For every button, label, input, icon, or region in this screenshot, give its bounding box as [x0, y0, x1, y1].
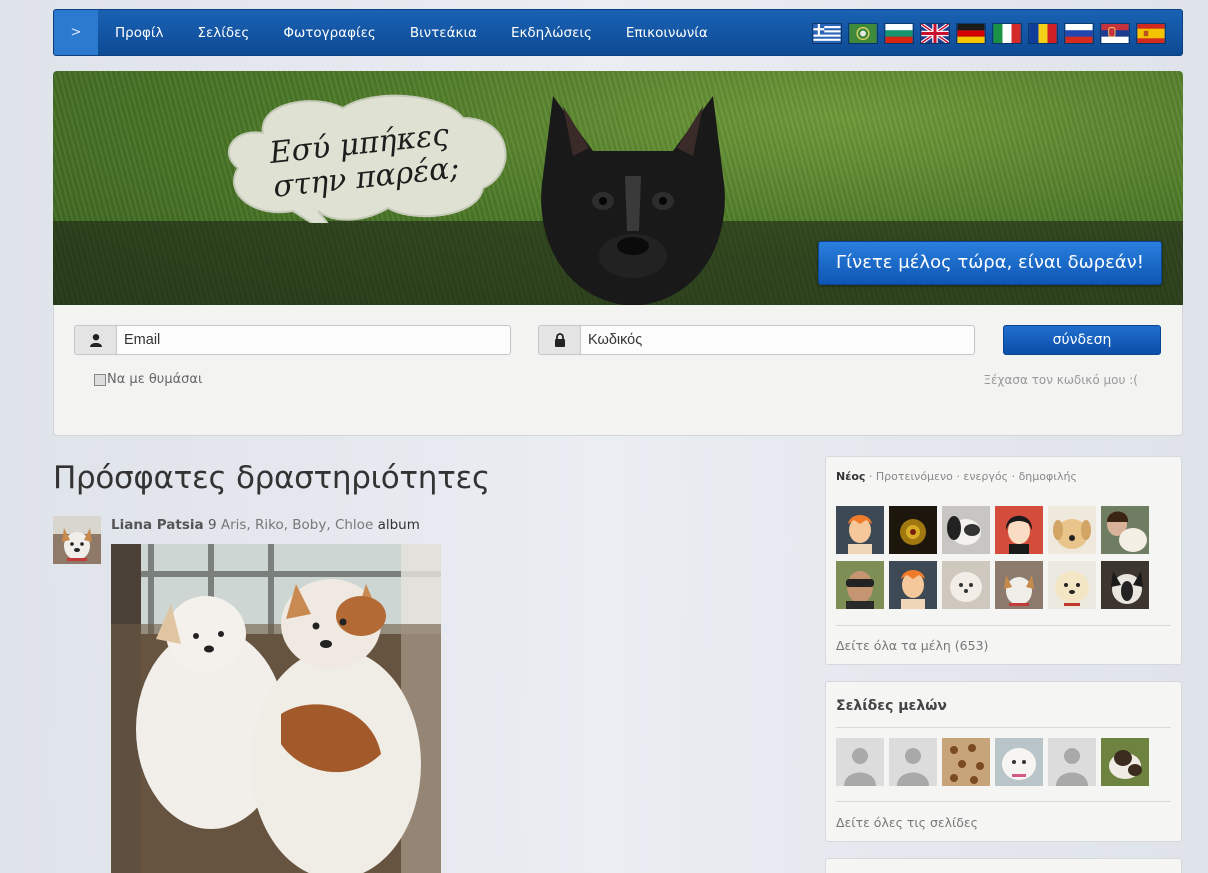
remember-me[interactable]: Να με θυμάσαι [94, 372, 202, 387]
members-divider [836, 625, 1171, 626]
remember-checkbox[interactable] [94, 373, 106, 386]
member-avatar[interactable] [1048, 561, 1096, 609]
bulgarian-flag-icon[interactable] [884, 23, 914, 44]
password-field-group [538, 325, 975, 355]
page-placeholder-icon[interactable] [836, 738, 884, 786]
german-flag-icon[interactable] [956, 23, 986, 44]
activity-line: Liana Patsia 9 Aris, Riko, Boby, Chloe a… [111, 517, 420, 533]
page-placeholder-icon[interactable] [1048, 738, 1096, 786]
user-icon [74, 325, 116, 355]
page-avatar[interactable] [942, 738, 990, 786]
activity-count: 9 [207, 517, 217, 533]
nav-item-videos[interactable]: Βιντεάκια [393, 25, 494, 41]
tab-new[interactable]: Νέος [836, 470, 865, 483]
arabic-flag-icon[interactable] [848, 23, 878, 44]
pages-title-divider [836, 727, 1171, 728]
page-avatar[interactable] [1101, 738, 1149, 786]
member-avatar[interactable] [836, 506, 884, 554]
lock-icon [538, 325, 580, 355]
pages-divider [836, 801, 1171, 802]
italian-flag-icon[interactable] [992, 23, 1022, 44]
forgot-password-link[interactable]: Ξέχασα τον κωδικό μου :( [983, 373, 1138, 387]
member-pages-title: Σελίδες μελών [836, 698, 947, 714]
hero-banner: Εσύ μπήκες στην παρέα; Γίνετε μέλος τώρα… [53, 71, 1183, 305]
member-avatar[interactable] [836, 561, 884, 609]
nav-home-button[interactable]: > [54, 10, 98, 55]
serbian-flag-icon[interactable] [1100, 23, 1130, 44]
member-pages-panel: Σελίδες μελών Δείτε όλες τις σελίδες [825, 681, 1182, 842]
russian-flag-icon[interactable] [1064, 23, 1094, 44]
members-panel: Νέος · Προτεινόμενο · ενεργός · δημοφιλή… [825, 456, 1182, 665]
member-avatar[interactable] [1101, 561, 1149, 609]
spanish-flag-icon[interactable] [1136, 23, 1166, 44]
member-avatar[interactable] [995, 561, 1043, 609]
member-avatar[interactable] [995, 506, 1043, 554]
member-thumbnails [836, 506, 1149, 609]
see-all-members-link[interactable]: Δείτε όλα τα μέλη (653) [836, 638, 988, 653]
top-navigation: > Προφίλ Σελίδες Φωτογραφίες Βιντεάκια Ε… [53, 9, 1183, 56]
member-avatar[interactable] [942, 561, 990, 609]
member-avatar[interactable] [889, 561, 937, 609]
member-filter-tabs: Νέος · Προτεινόμενο · ενεργός · δημοφιλή… [836, 470, 1077, 483]
email-field-group [74, 325, 511, 355]
activity-album-link[interactable]: album [378, 517, 420, 533]
activity-title: Πρόσφατες δραστηριότητες [53, 460, 490, 496]
page-avatar[interactable] [995, 738, 1043, 786]
nav-item-pages[interactable]: Σελίδες [180, 25, 266, 41]
nav-item-photos[interactable]: Φωτογραφίες [266, 25, 392, 41]
password-input[interactable] [580, 325, 975, 355]
french-bulldog-image [541, 96, 725, 305]
activity-user-link[interactable]: Liana Patsia [111, 517, 204, 533]
see-all-pages-link[interactable]: Δείτε όλες τις σελίδες [836, 815, 978, 830]
page-thumbnails [836, 738, 1149, 786]
page-placeholder-icon[interactable] [889, 738, 937, 786]
sidebar-panel-partial [825, 858, 1182, 873]
member-avatar[interactable] [889, 506, 937, 554]
nav-item-profile[interactable]: Προφίλ [98, 25, 180, 41]
user-avatar[interactable] [53, 516, 101, 564]
member-avatar[interactable] [942, 506, 990, 554]
join-now-button[interactable]: Γίνετε μέλος τώρα, είναι δωρεάν! [818, 241, 1162, 285]
greek-flag-icon[interactable] [812, 23, 842, 44]
tab-others[interactable]: · Προτεινόμενο · ενεργός · δημοφιλής [865, 470, 1077, 483]
language-flags [812, 23, 1166, 44]
nav-item-events[interactable]: Εκδηλώσεις [494, 25, 609, 41]
uk-flag-icon[interactable] [920, 23, 950, 44]
member-avatar[interactable] [1048, 506, 1096, 554]
romanian-flag-icon[interactable] [1028, 23, 1058, 44]
email-input[interactable] [116, 325, 511, 355]
login-button[interactable]: σύνδεση [1003, 325, 1161, 355]
login-bar: σύνδεση Να με θυμάσαι Ξέχασα τον κωδικό … [53, 305, 1183, 436]
remember-label: Να με θυμάσαι [107, 372, 203, 387]
album-photo[interactable] [111, 544, 441, 873]
member-avatar[interactable] [1101, 506, 1149, 554]
activity-tags[interactable]: Aris, Riko, Boby, Chloe [221, 517, 373, 533]
nav-item-contact[interactable]: Επικοινωνία [609, 25, 725, 41]
